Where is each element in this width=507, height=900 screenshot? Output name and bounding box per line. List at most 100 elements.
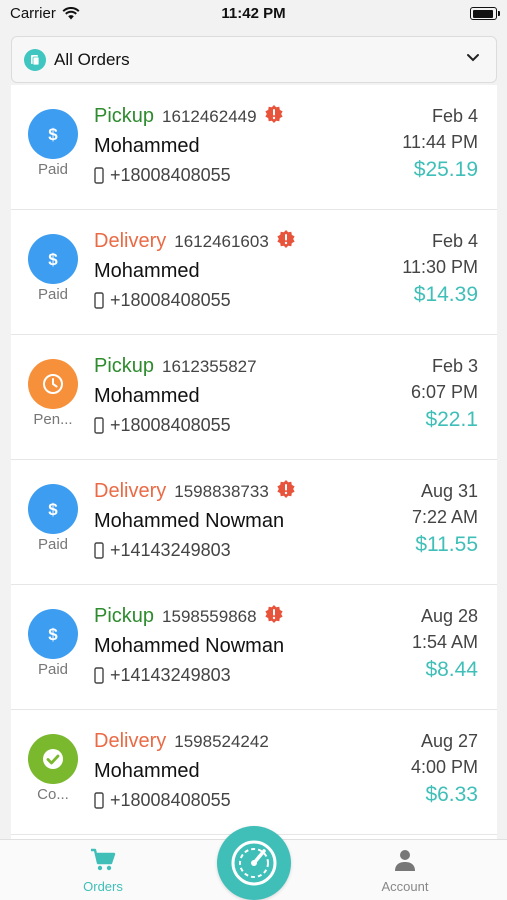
customer-name: Mohammed <box>94 385 200 407</box>
order-amount: $8.44 <box>425 658 478 681</box>
phone-number: +14143249803 <box>110 540 231 560</box>
status-indicator <box>28 734 78 784</box>
clock: 11:42 PM <box>221 5 286 22</box>
order-date: Feb 3 <box>431 356 478 376</box>
dollar-icon: $ <box>48 500 58 519</box>
customer-phone: +18008408055 <box>94 790 231 811</box>
order-number: 1612462449 <box>162 106 257 126</box>
status-indicator: $ <box>28 484 78 534</box>
order-number: 1612355827 <box>162 356 257 376</box>
order-amount: $6.33 <box>425 783 478 806</box>
svg-text:$: $ <box>48 500 58 519</box>
dollar-icon: $ <box>48 125 58 144</box>
status-label: Paid <box>37 661 69 678</box>
phone-number: +14143249803 <box>110 665 231 685</box>
phone-icon <box>94 167 104 184</box>
dollar-icon: $ <box>48 250 58 269</box>
status-label: Pen... <box>33 411 73 428</box>
order-row[interactable]: $ Paid Delivery 1612461603 Mohammed +18008408… <box>11 210 497 335</box>
tab-account-label: Account <box>381 879 429 894</box>
order-amount: $11.55 <box>415 533 478 556</box>
svg-text:$: $ <box>48 125 58 144</box>
customer-phone: +18008408055 <box>94 415 231 436</box>
phone-number: +18008408055 <box>110 165 231 185</box>
phone-icon <box>94 792 104 809</box>
orders-filter-dropdown[interactable]: All Orders <box>11 36 497 83</box>
phone-icon <box>94 417 104 434</box>
order-row[interactable]: $ Paid Delivery 1598838733 Mohammed Nowman +1… <box>11 460 497 585</box>
alert-badge-icon <box>277 229 295 248</box>
phone-number: +18008408055 <box>110 290 231 310</box>
order-time: 4:00 PM <box>410 757 478 777</box>
customer-name: Mohammed Nowman <box>94 635 285 657</box>
order-date: Aug 31 <box>420 481 478 501</box>
order-row[interactable]: $ Paid Pickup 1598559868 Mohammed Nowman +141… <box>11 585 497 710</box>
status-label: Paid <box>37 161 69 178</box>
status-indicator <box>28 359 78 409</box>
order-time: 11:30 PM <box>402 257 478 277</box>
status-indicator: $ <box>28 109 78 159</box>
dollar-icon: $ <box>48 625 58 644</box>
order-header: Pickup 1612462449 <box>94 104 284 128</box>
order-date: Feb 4 <box>431 106 478 126</box>
customer-phone: +14143249803 <box>94 540 231 561</box>
order-time: 6:07 PM <box>410 382 478 402</box>
person-icon <box>395 850 415 871</box>
customer-phone: +18008408055 <box>94 165 231 186</box>
dashboard-button[interactable] <box>217 826 291 900</box>
tab-account[interactable]: Account <box>355 848 455 894</box>
order-number: 1598838733 <box>174 481 269 501</box>
tab-orders[interactable]: Orders <box>53 848 153 894</box>
order-header: Pickup 1598559868 <box>94 604 284 628</box>
svg-text:$: $ <box>48 625 58 644</box>
alert-badge-icon <box>264 104 283 123</box>
filter-label: All Orders <box>54 49 130 69</box>
phone-icon <box>94 542 104 559</box>
tab-orders-label: Orders <box>83 879 123 894</box>
customer-name: Mohammed Nowman <box>94 510 285 532</box>
check-icon <box>43 749 63 769</box>
phone-icon <box>94 292 104 309</box>
order-header: Pickup 1612355827 <box>94 355 257 378</box>
order-header: Delivery 1598838733 <box>94 479 296 503</box>
order-time: 7:22 AM <box>411 507 478 527</box>
order-header: Delivery 1598524242 <box>94 730 269 753</box>
phone-number: +18008408055 <box>110 415 231 435</box>
status-indicator: $ <box>28 609 78 659</box>
customer-name: Mohammed <box>94 760 200 782</box>
order-type: Pickup <box>94 105 155 127</box>
phone-icon <box>94 667 104 684</box>
chevron-down-icon <box>467 54 479 62</box>
order-time: 11:44 PM <box>402 132 478 152</box>
customer-name: Mohammed <box>94 135 200 157</box>
order-type: Delivery <box>94 730 167 752</box>
speedometer-icon <box>231 840 277 886</box>
orders-filter-icon <box>24 48 46 71</box>
cart-icon <box>91 848 116 871</box>
order-type: Pickup <box>94 605 155 627</box>
order-row[interactable]: Pen... Pickup 1612355827 Mohammed +180084080… <box>11 335 497 460</box>
customer-phone: +14143249803 <box>94 665 231 686</box>
battery-icon <box>470 7 500 20</box>
status-indicator: $ <box>28 234 78 284</box>
order-list[interactable]: $ Paid Pickup 1612462449 Mohammed +1800840805… <box>11 85 497 839</box>
order-type: Delivery <box>94 480 167 502</box>
order-type: Pickup <box>94 355 155 377</box>
order-number: 1598524242 <box>174 731 269 751</box>
order-date: Feb 4 <box>431 231 478 251</box>
status-label: Paid <box>37 536 69 553</box>
order-number: 1612461603 <box>174 231 269 251</box>
status-label: Paid <box>37 286 69 303</box>
order-date: Aug 27 <box>420 731 478 751</box>
clock-icon <box>43 374 63 394</box>
phone-number: +18008408055 <box>110 790 231 810</box>
order-type: Delivery <box>94 230 167 252</box>
customer-name: Mohammed <box>94 260 200 282</box>
status-label: Co... <box>37 786 69 803</box>
order-row[interactable]: $ Paid Pickup 1612462449 Mohammed +1800840805… <box>11 85 497 210</box>
alert-badge-icon <box>264 604 283 623</box>
order-date: Aug 28 <box>420 606 478 626</box>
order-number: 1598559868 <box>162 606 257 626</box>
order-row[interactable]: Co... Delivery 1598524242 Mohammed +18008408… <box>11 710 497 835</box>
order-time: 1:54 AM <box>411 632 478 652</box>
